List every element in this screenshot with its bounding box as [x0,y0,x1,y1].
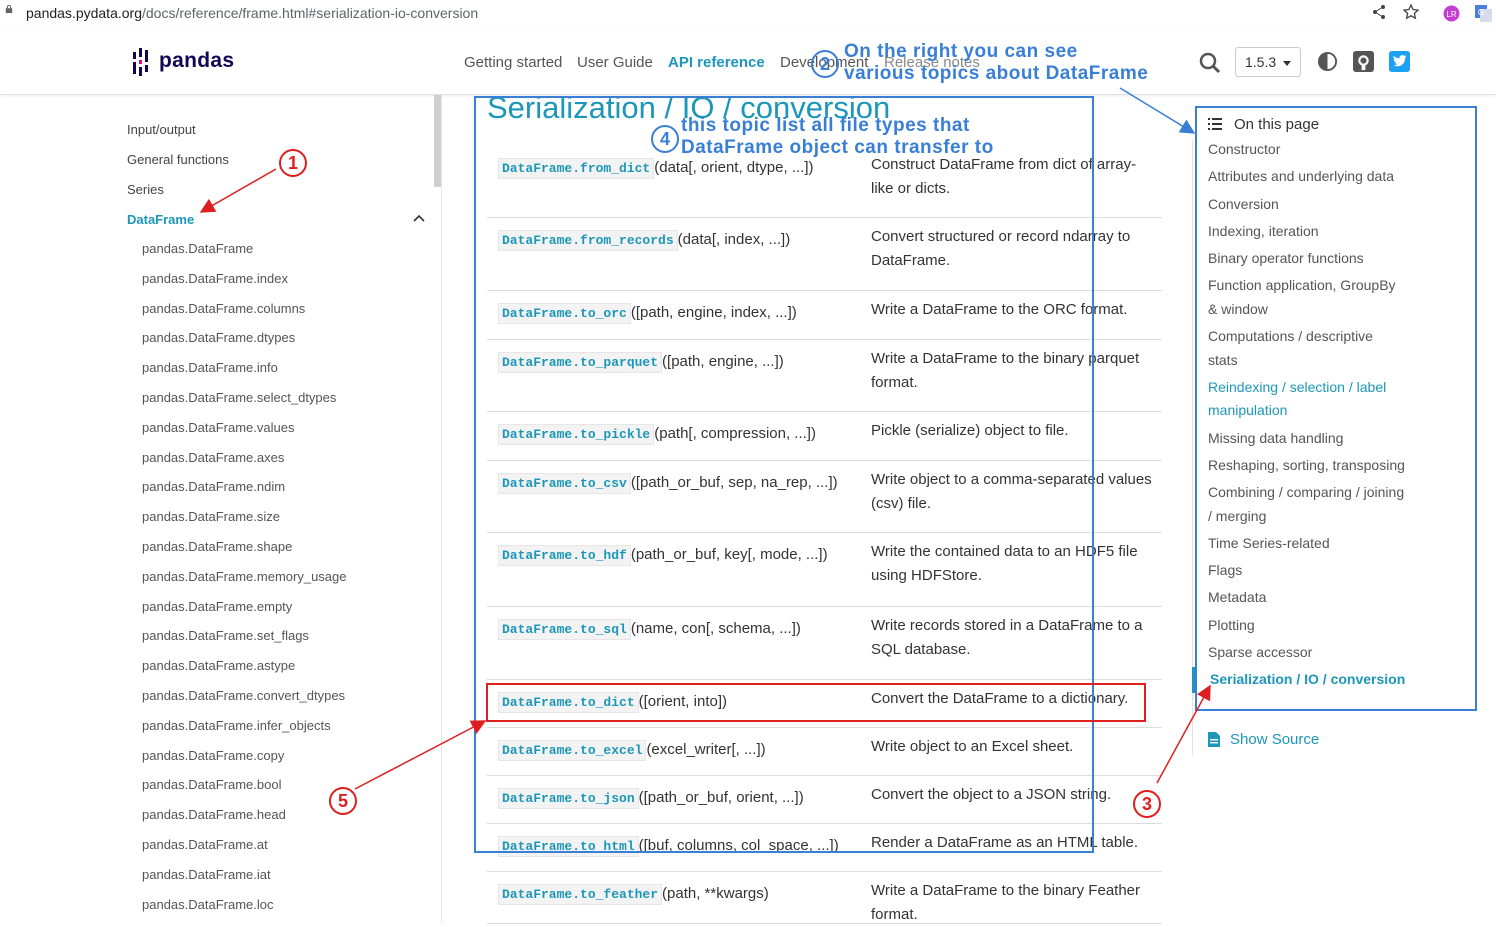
annotation-box-toc [1195,106,1477,711]
annotation-marker-3: 3 [1133,790,1161,818]
annotation-arrow-2 [1119,87,1196,134]
annotation-marker-1: 1 [279,149,307,177]
annotation-arrow-1 [199,168,277,213]
annotation-note-4: this topic list all file types that DataF… [681,115,994,158]
annotation-arrow-3 [1156,684,1211,784]
annotation-arrow-5 [354,720,487,790]
annotation-marker-2: 2 [811,50,839,78]
annotation-marker-5: 5 [329,787,357,815]
annotation-box-to-dict [486,683,1146,722]
annotation-note-2: On the right you can see various topics a… [844,41,1149,84]
annotation-box-main [474,96,1094,853]
annotation-marker-4: 4 [651,125,679,153]
